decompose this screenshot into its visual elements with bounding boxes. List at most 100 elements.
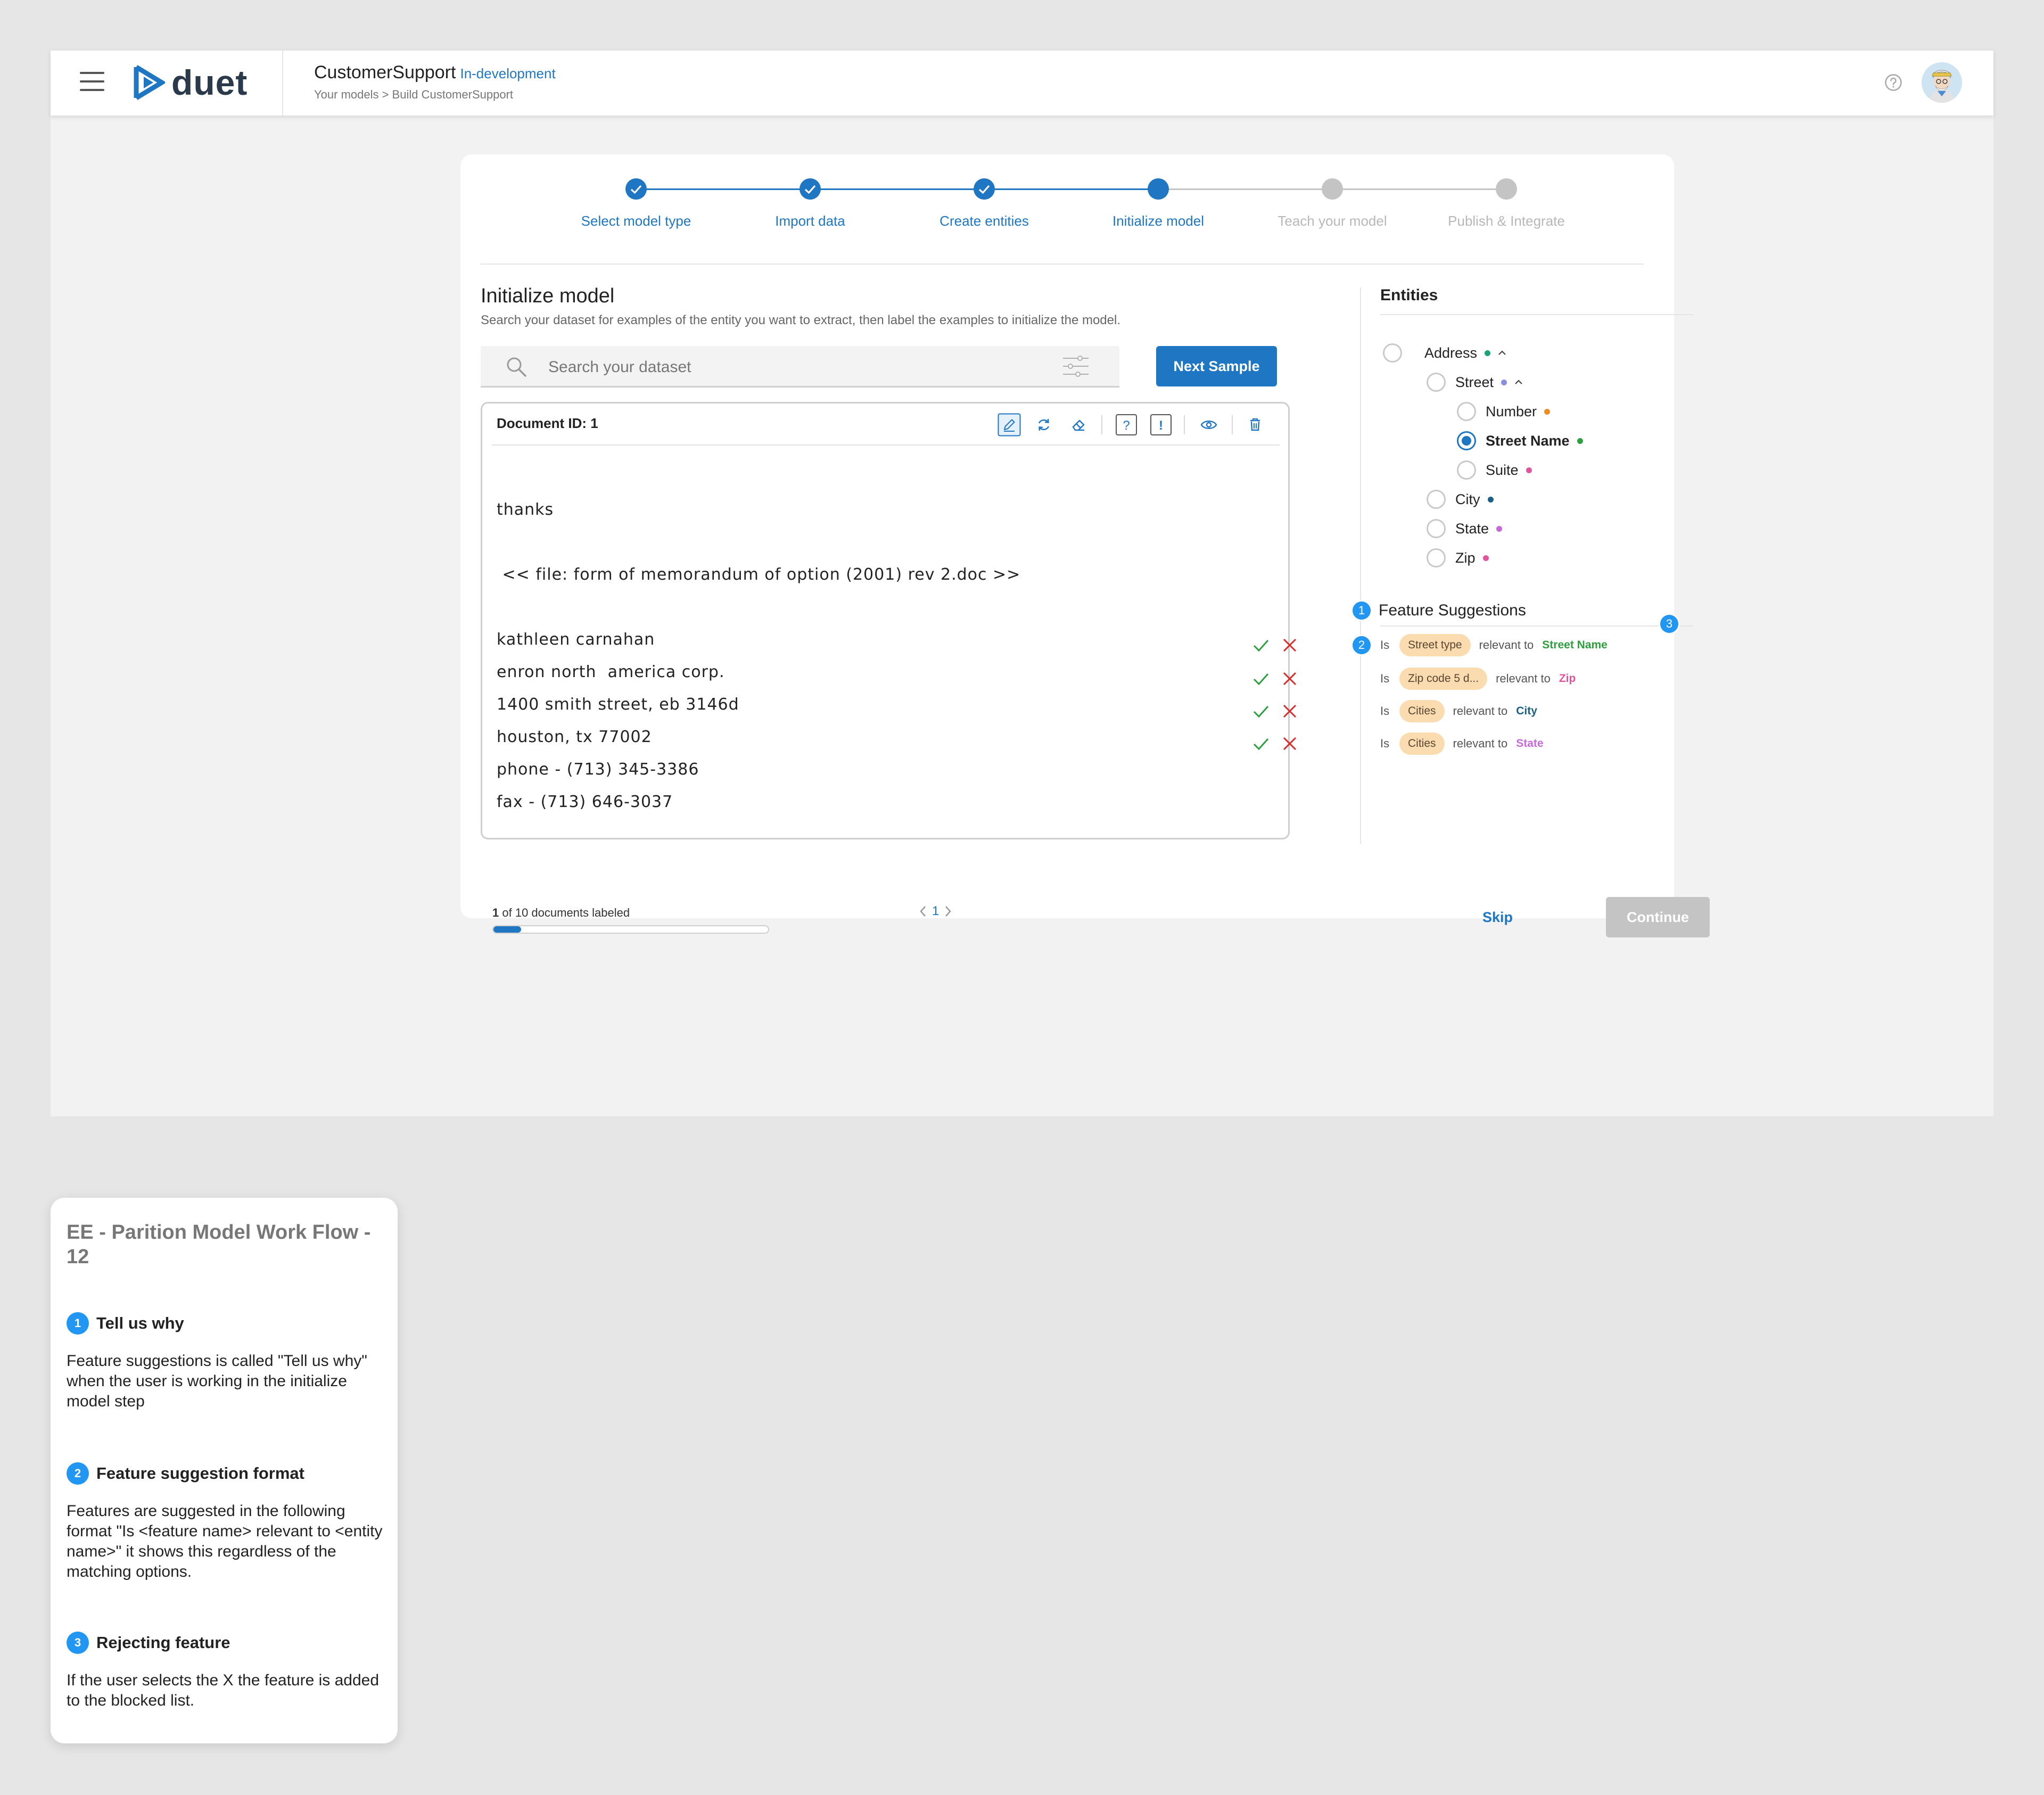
chevron-left-icon[interactable]	[917, 904, 929, 919]
stepper-divider	[481, 264, 1644, 265]
step-label[interactable]: Initialize model	[1078, 213, 1238, 229]
document-id: Document ID: 1	[497, 415, 598, 431]
entity-number[interactable]: Number	[1457, 402, 1551, 421]
entity-radio[interactable]	[1383, 343, 1402, 363]
reject-x-icon[interactable]	[1280, 636, 1299, 655]
step-indicator-current[interactable]	[1148, 178, 1169, 200]
step-indicator-done[interactable]	[800, 178, 821, 200]
accept-check-icon[interactable]	[1251, 702, 1271, 721]
relevant-to-label: relevant to	[1453, 737, 1508, 750]
next-sample-button[interactable]: Next Sample	[1156, 346, 1277, 386]
entity-address[interactable]: Address	[1383, 343, 1507, 363]
eye-preview-icon[interactable]	[1197, 413, 1221, 437]
page-number: 1	[932, 904, 939, 918]
document-text-line[interactable]: thanks	[497, 500, 554, 519]
entity-color-dot	[1485, 350, 1491, 356]
note-badge: 3	[67, 1632, 89, 1654]
accept-check-icon[interactable]	[1251, 669, 1271, 688]
entity-color-dot	[1577, 438, 1583, 444]
entity-label: Street	[1455, 374, 1494, 390]
document-text-line[interactable]: phone - (713) 345-3386	[497, 760, 699, 779]
annotation-badge-3: 3	[1659, 613, 1680, 635]
document-text-line[interactable]: << file: form of memorandum of option (2…	[497, 565, 1020, 584]
reject-x-icon[interactable]	[1280, 734, 1299, 753]
document-text-line[interactable]: 1400 smith street, eb 3146d	[497, 695, 739, 714]
topbar-divider	[282, 51, 283, 116]
step-indicator-done[interactable]	[625, 178, 647, 200]
checkmark-icon	[978, 185, 990, 194]
entity-color-dot	[1501, 379, 1507, 385]
feature-suggestion-row: Is Zip code 5 d... relevant to Zip	[1380, 666, 1576, 691]
step-label: Publish & Integrate	[1448, 213, 1565, 229]
reject-x-icon[interactable]	[1280, 702, 1299, 721]
feature-suggestion-row: Is Cities relevant to City	[1380, 698, 1537, 724]
is-label: Is	[1380, 638, 1390, 652]
entity-street-name[interactable]: Street Name	[1457, 431, 1583, 450]
continue-button[interactable]: Continue	[1606, 897, 1710, 937]
relevant-to-label: relevant to	[1453, 704, 1508, 718]
is-label: Is	[1380, 737, 1390, 750]
eraser-icon[interactable]	[1067, 413, 1090, 437]
step-label: Teach your model	[1278, 213, 1387, 229]
entity-city[interactable]: City	[1427, 490, 1494, 509]
entity-radio[interactable]	[1457, 460, 1476, 480]
entity-radio[interactable]	[1457, 402, 1476, 421]
column-divider	[1360, 287, 1361, 844]
reject-x-icon[interactable]	[1280, 669, 1299, 688]
document-text-line[interactable]: houston, tx 77002	[497, 728, 652, 746]
help-icon[interactable]	[1884, 73, 1902, 92]
app-window: duet CustomerSupport In-development Your …	[51, 51, 1993, 1116]
trash-icon[interactable]	[1243, 413, 1267, 437]
entity-radio[interactable]	[1427, 519, 1446, 538]
skip-button[interactable]: Skip	[1482, 909, 1513, 926]
search-input[interactable]	[547, 356, 1028, 379]
note-body-text: Features are suggested in the following …	[67, 1502, 383, 1580]
model-name: CustomerSupport	[314, 62, 456, 83]
labeled-rest: of 10 documents labeled	[502, 906, 630, 919]
is-label: Is	[1380, 704, 1390, 718]
filter-sliders-icon[interactable]	[1061, 353, 1091, 380]
exclamation-icon[interactable]: !	[1149, 413, 1173, 437]
entity-zip[interactable]: Zip	[1427, 548, 1489, 567]
accept-check-icon[interactable]	[1251, 734, 1271, 753]
note-heading-text: Rejecting feature	[96, 1633, 230, 1652]
suggestion-entity-name: City	[1516, 705, 1537, 717]
hamburger-menu-icon[interactable]	[80, 72, 104, 91]
entity-radio[interactable]	[1427, 548, 1446, 567]
avatar[interactable]	[1922, 62, 1962, 103]
model-status-badge: In-development	[460, 65, 556, 81]
entities-divider	[1380, 314, 1693, 315]
step-indicator-done[interactable]	[974, 178, 995, 200]
entity-label: City	[1455, 491, 1480, 507]
chevron-up-icon[interactable]	[1497, 349, 1507, 357]
note-badge: 1	[67, 1312, 89, 1335]
duet-logo[interactable]: duet	[133, 63, 248, 102]
toolbar-separator	[1232, 415, 1233, 434]
refresh-icon[interactable]	[1032, 413, 1056, 437]
note-body-text: If the user selects the X the feature is…	[67, 1672, 380, 1709]
entity-radio[interactable]	[1427, 373, 1446, 392]
document-text-line[interactable]: kathleen carnahan	[497, 630, 655, 649]
chevron-right-icon[interactable]	[942, 904, 954, 919]
relevant-to-label: relevant to	[1496, 672, 1551, 685]
entity-radio[interactable]	[1427, 490, 1446, 509]
entities-heading: Entities	[1380, 286, 1438, 304]
entity-label: Zip	[1455, 549, 1476, 566]
step-label[interactable]: Create entities	[904, 213, 1064, 229]
chevron-up-icon[interactable]	[1513, 378, 1524, 386]
document-text-line[interactable]: fax - (713) 646-3037	[497, 793, 673, 811]
entity-state[interactable]: State	[1427, 519, 1503, 538]
step-label[interactable]: Select model type	[556, 213, 716, 229]
step-label[interactable]: Import data	[730, 213, 890, 229]
pencil-edit-icon[interactable]	[998, 413, 1021, 437]
entity-radio-selected[interactable]	[1457, 431, 1476, 450]
entity-street[interactable]: Street	[1427, 373, 1524, 392]
feature-suggestion-row: Is Street type relevant to Street Name	[1380, 632, 1608, 658]
stepper-connector	[984, 188, 1158, 190]
entity-suite[interactable]: Suite	[1457, 460, 1532, 480]
document-text-line[interactable]: enron north america corp.	[497, 663, 725, 681]
question-mark-icon[interactable]: ?	[1115, 413, 1138, 437]
entity-label: Street Name	[1486, 432, 1570, 449]
accept-check-icon[interactable]	[1251, 636, 1271, 655]
breadcrumb[interactable]: Your models > Build CustomerSupport	[314, 88, 513, 102]
